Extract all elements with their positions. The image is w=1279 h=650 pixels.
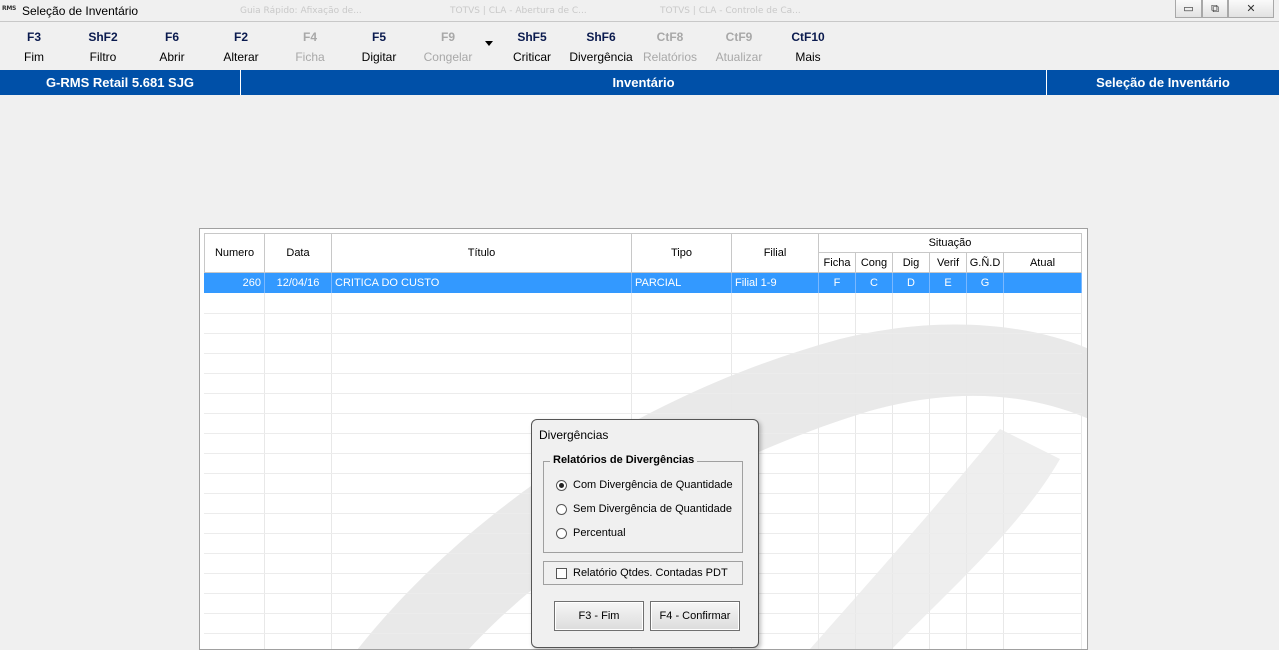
- cell-numero: 260: [204, 273, 265, 293]
- checkbox-label: Relatório Qtdes. Contadas PDT: [573, 567, 728, 579]
- minimize-button[interactable]: ▭: [1175, 0, 1202, 18]
- cell-titulo: CRITICA DO CUSTO: [332, 273, 632, 293]
- toolbar-label: Relatórios: [642, 50, 698, 64]
- radio-label: Com Divergência de Quantidade: [573, 479, 733, 491]
- close-button[interactable]: ✕: [1228, 0, 1274, 18]
- toolbar-alterar-button[interactable]: F2 Alterar: [201, 30, 281, 64]
- toolbar-label: Congelar: [423, 50, 473, 64]
- background-tab: Guia Rápido: Afixação de...: [240, 6, 362, 16]
- column-header-tipo[interactable]: Tipo: [632, 233, 732, 273]
- cell-tipo: PARCIAL: [632, 273, 732, 293]
- background-tab: TOTVS | CLA - Controle de Ca...: [660, 6, 801, 16]
- toolbar-label: Atualizar: [715, 50, 763, 64]
- toolbar-label: Mais: [795, 50, 821, 64]
- window-title: Seleção de Inventário: [22, 4, 139, 18]
- toolbar-key: ShF5: [517, 30, 547, 44]
- toolbar-mais-button[interactable]: CtF10 Mais: [768, 30, 848, 64]
- toolbar-key: F2: [233, 30, 248, 44]
- toolbar-key: F6: [164, 30, 179, 44]
- toolbar-atualizar-button[interactable]: CtF9 Atualizar: [699, 30, 779, 64]
- radio-icon[interactable]: [556, 503, 567, 515]
- column-header-verif[interactable]: Verif: [930, 253, 967, 273]
- toolbar-criticar-button[interactable]: ShF5 Criticar: [492, 30, 572, 64]
- group-title: Relatórios de Divergências: [550, 454, 698, 466]
- cell-verif: E: [930, 273, 967, 293]
- divergencias-dialog: Divergências Relatórios de Divergências …: [531, 419, 759, 648]
- confirmar-button[interactable]: F4 - Confirmar: [650, 601, 740, 631]
- toolbar-key: ShF2: [88, 30, 118, 44]
- app-logo-icon: RMS: [2, 5, 17, 12]
- relatorios-group: Relatórios de Divergências Com Divergênc…: [543, 454, 743, 553]
- column-header-dig[interactable]: Dig: [893, 253, 930, 273]
- restore-button[interactable]: ⧉: [1202, 0, 1228, 18]
- cell-filial: Filial 1-9: [732, 273, 819, 293]
- relatorio-pdt-checkbox[interactable]: Relatório Qtdes. Contadas PDT: [543, 561, 743, 585]
- column-header-cong[interactable]: Cong: [856, 253, 893, 273]
- column-header-ficha[interactable]: Ficha: [819, 253, 856, 273]
- row-divider: [204, 353, 1082, 354]
- cell-dig: D: [893, 273, 930, 293]
- cell-data: 12/04/16: [265, 273, 332, 293]
- toolbar-key: CtF8: [656, 30, 684, 44]
- cell-ficha: F: [819, 273, 856, 293]
- cell-atual: [1004, 273, 1082, 293]
- table-row[interactable]: 260 12/04/16 CRITICA DO CUSTO PARCIAL Fi…: [204, 273, 1082, 293]
- toolbar-key: CtF10: [791, 30, 825, 44]
- column-header-gnd[interactable]: G.Ñ.D: [967, 253, 1004, 273]
- toolbar-key: F9: [440, 30, 455, 44]
- radio-selected-icon[interactable]: [556, 479, 567, 491]
- toolbar-label: Abrir: [159, 50, 185, 64]
- row-divider: [204, 313, 1082, 314]
- row-divider: [204, 413, 1082, 414]
- checkbox-icon[interactable]: [556, 567, 567, 579]
- cell-gnd: G: [967, 273, 1004, 293]
- toolbar-key: F4: [302, 30, 317, 44]
- column-header-filial[interactable]: Filial: [732, 233, 819, 273]
- radio-label: Percentual: [573, 527, 626, 539]
- toolbar-label: Ficha: [295, 50, 325, 64]
- module-name: Inventário: [240, 70, 1046, 95]
- cell-cong: C: [856, 273, 893, 293]
- toolbar-label: Divergência: [569, 50, 633, 64]
- toolbar-label: Alterar: [223, 50, 259, 64]
- module-header: G-RMS Retail 5.681 SJG Inventário Seleçã…: [0, 70, 1279, 95]
- radio-com-divergencia[interactable]: Com Divergência de Quantidade: [556, 479, 733, 491]
- background-tab: TOTVS | CLA - Abertura de C...: [450, 6, 587, 16]
- column-header-titulo[interactable]: Título: [332, 233, 632, 273]
- toolbar-key: F5: [371, 30, 386, 44]
- toolbar-divergencia-button[interactable]: ShF6 Divergência: [561, 30, 641, 64]
- toolbar-key: ShF6: [586, 30, 616, 44]
- radio-sem-divergencia[interactable]: Sem Divergência de Quantidade: [556, 503, 732, 515]
- radio-icon[interactable]: [556, 527, 567, 539]
- function-toolbar: F3 Fim ShF2 Filtro F6 Abrir F2 Alterar F4 Fic…: [0, 22, 1279, 70]
- column-header-atual[interactable]: Atual: [1004, 253, 1082, 273]
- column-header-data[interactable]: Data: [265, 233, 332, 273]
- toolbar-ficha-button[interactable]: F4 Ficha: [270, 30, 350, 64]
- toolbar-abrir-button[interactable]: F6 Abrir: [132, 30, 212, 64]
- column-header-numero[interactable]: Numero: [204, 233, 265, 273]
- radio-percentual[interactable]: Percentual: [556, 527, 626, 539]
- toolbar-label: Filtro: [89, 50, 117, 64]
- system-name: G-RMS Retail 5.681 SJG: [45, 75, 195, 90]
- toolbar-label: Criticar: [513, 50, 551, 64]
- title-bar: RMS Seleção de Inventário Guia Rápido: A…: [0, 0, 1279, 22]
- row-divider: [204, 333, 1082, 334]
- column-header-situacao: Situação: [819, 233, 1082, 253]
- toolbar-relatorios-button[interactable]: CtF8 Relatórios: [630, 30, 710, 64]
- screen-name: Seleção de Inventário: [1046, 70, 1279, 95]
- toolbar-filtro-button[interactable]: ShF2 Filtro: [63, 30, 143, 64]
- dialog-title: Divergências: [539, 428, 609, 442]
- fim-button[interactable]: F3 - Fim: [554, 601, 644, 631]
- toolbar-label: Digitar: [361, 50, 397, 64]
- row-divider: [204, 373, 1082, 374]
- toolbar-digitar-button[interactable]: F5 Digitar: [339, 30, 419, 64]
- row-divider: [204, 393, 1082, 394]
- toolbar-congelar-button[interactable]: F9 Congelar: [408, 30, 488, 64]
- toolbar-key: CtF9: [725, 30, 753, 44]
- radio-label: Sem Divergência de Quantidade: [573, 503, 732, 515]
